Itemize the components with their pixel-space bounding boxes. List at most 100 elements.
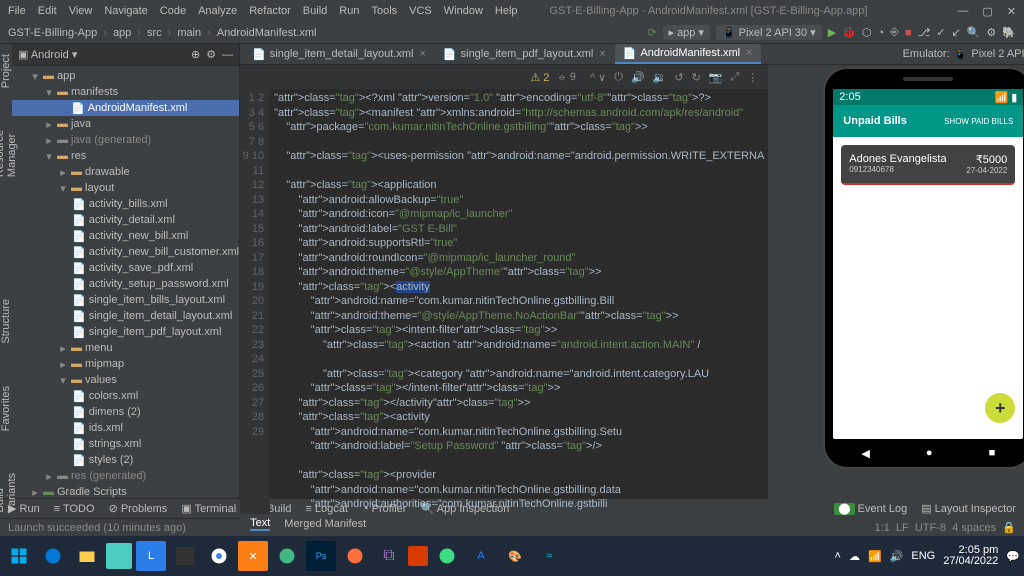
menu-view[interactable]: View <box>69 5 93 17</box>
breadcrumb[interactable]: app <box>113 27 131 39</box>
breadcrumb[interactable]: GST-E-Billing-App <box>8 27 97 39</box>
app-icon[interactable] <box>170 541 200 571</box>
menu-tools[interactable]: Tools <box>371 5 397 17</box>
tree-file-manifest[interactable]: 📄AndroidManifest.xml <box>12 100 239 116</box>
tray-chevron-icon[interactable]: ˄ <box>835 550 841 562</box>
tab-file[interactable]: 📄single_item_pdf_layout.xml× <box>435 44 614 64</box>
tab-file[interactable]: 📄single_item_detail_layout.xml× <box>244 44 434 64</box>
recents-icon[interactable]: ■ <box>989 447 996 459</box>
minimize-icon[interactable]: — <box>957 5 968 18</box>
problems-tool[interactable]: ⊘ Problems <box>109 502 168 515</box>
rotate-right-icon[interactable]: ↻ <box>692 71 701 84</box>
more-icon[interactable]: ⋮ <box>747 71 758 84</box>
paint-icon[interactable]: 🎨 <box>500 541 530 571</box>
code-editor[interactable]: 1 2 3 4 5 6 7 8 9 10 11 12 13 14 15 16 1… <box>240 89 768 514</box>
chrome-icon[interactable] <box>204 541 234 571</box>
emulator-tab[interactable]: Emulator: 📱Pixel 2 API 30× <box>895 44 1024 64</box>
collapse-icon[interactable]: ⊕ <box>191 48 200 61</box>
favorites-tab[interactable]: Favorites <box>0 380 12 437</box>
tray-wifi-icon[interactable]: 📶 <box>868 550 882 563</box>
menu-file[interactable]: File <box>8 5 26 17</box>
menu-vcs[interactable]: VCS <box>409 5 432 17</box>
menu-window[interactable]: Window <box>444 5 483 17</box>
sync-icon[interactable]: ⟳ <box>647 26 656 39</box>
menu-build[interactable]: Build <box>303 5 327 17</box>
zoom-icon[interactable]: ⤢ <box>730 71 739 84</box>
menu-navigate[interactable]: Navigate <box>104 5 147 17</box>
stop-icon[interactable]: ■ <box>905 27 912 39</box>
terminal-tool[interactable]: ▣ Terminal <box>181 502 236 515</box>
build-variants-tab[interactable]: Build Variants <box>0 467 18 519</box>
search-icon[interactable]: 🔍 <box>967 26 981 39</box>
device-screen[interactable]: 2:05📶 ▮ Unpaid Bills SHOW PAID BILLS Ado… <box>833 89 1023 439</box>
app-icon[interactable]: ≈ <box>534 541 564 571</box>
run-icon[interactable]: ▶ <box>828 26 836 39</box>
structure-tab[interactable]: Structure <box>0 293 12 350</box>
breadcrumb[interactable]: AndroidManifest.xml <box>217 27 317 39</box>
warning-badge[interactable]: ⚠ 2 <box>530 71 549 84</box>
attach-icon[interactable]: ⎆ <box>890 26 899 39</box>
android-dropdown[interactable]: ▣ Android ▾ <box>18 48 77 61</box>
app-icon[interactable]: L <box>136 541 166 571</box>
hide-icon[interactable]: — <box>222 49 233 61</box>
close-icon[interactable]: ✕ <box>1007 5 1016 18</box>
back-icon[interactable]: ◀ <box>861 447 869 460</box>
android-studio-icon[interactable] <box>432 541 462 571</box>
tray-clock[interactable]: 2:05 pm27/04/2022 <box>943 545 998 567</box>
coverage-icon[interactable]: ⬡ <box>862 26 872 39</box>
power-icon[interactable]: ⏻ <box>614 71 623 84</box>
start-icon[interactable] <box>4 541 34 571</box>
pull-icon[interactable]: ↙ <box>952 26 961 39</box>
tab-file-active[interactable]: 📄AndroidManifest.xml× <box>615 44 761 64</box>
xampp-icon[interactable]: ✕ <box>238 541 268 571</box>
home-icon[interactable]: ● <box>926 447 933 459</box>
close-tab-icon[interactable]: × <box>599 48 605 60</box>
gear-icon[interactable]: ⚙ <box>986 26 996 39</box>
project-tree[interactable]: ▾▬app ▾▬manifests 📄AndroidManifest.xml ▸… <box>12 66 239 498</box>
show-paid-bills-button[interactable]: SHOW PAID BILLS <box>944 117 1013 126</box>
firefox-icon[interactable] <box>340 541 370 571</box>
tray-notifications-icon[interactable]: 💬 <box>1006 550 1020 563</box>
menu-edit[interactable]: Edit <box>38 5 57 17</box>
resource-manager-tab[interactable]: Resource Manager <box>0 124 18 183</box>
weak-warning-badge[interactable]: ⦵ 9 <box>557 71 575 84</box>
close-tab-icon[interactable]: × <box>419 48 425 60</box>
profile-icon[interactable]: ◔ <box>877 27 884 39</box>
explorer-icon[interactable] <box>72 541 102 571</box>
menu-analyze[interactable]: Analyze <box>198 5 237 17</box>
menu-run[interactable]: Run <box>339 5 359 17</box>
vol-down-icon[interactable]: 🔉 <box>653 71 667 84</box>
menu-code[interactable]: Code <box>160 5 186 17</box>
vs-icon[interactable]: ⧉ <box>374 541 404 571</box>
text-tab[interactable]: Text <box>250 517 270 531</box>
close-tab-icon[interactable]: × <box>746 47 752 59</box>
tray-sound-icon[interactable]: 🔊 <box>890 550 904 563</box>
bill-card[interactable]: Adones Evangelista 0912340678 ₹5000 27-0… <box>841 145 1015 185</box>
merged-manifest-tab[interactable]: Merged Manifest <box>284 518 366 530</box>
menu-help[interactable]: Help <box>495 5 518 17</box>
run-config-app[interactable]: ▸ app ▾ <box>663 25 710 40</box>
commit-icon[interactable]: ✓ <box>936 26 945 39</box>
vol-up-icon[interactable]: 🔊 <box>631 71 645 84</box>
rotate-left-icon[interactable]: ↺ <box>674 71 683 84</box>
office-icon[interactable] <box>408 546 428 566</box>
tray-lang[interactable]: ENG <box>911 550 935 562</box>
breadcrumb[interactable]: src <box>147 27 162 39</box>
project-tab[interactable]: Project <box>0 48 12 94</box>
photoshop-icon[interactable]: Ps <box>306 541 336 571</box>
todo-tool[interactable]: ≡ TODO <box>54 503 95 515</box>
menu-refactor[interactable]: Refactor <box>249 5 291 17</box>
breadcrumb[interactable]: main <box>177 27 201 39</box>
screenshot-icon[interactable]: 📷 <box>709 71 723 84</box>
run-config-device[interactable]: 📱 Pixel 2 API 30 ▾ <box>716 25 822 40</box>
maximize-icon[interactable]: ▢ <box>982 5 992 18</box>
app-icon[interactable] <box>272 541 302 571</box>
app-icon[interactable] <box>106 543 132 569</box>
git-icon[interactable]: ⎇ <box>918 26 931 39</box>
debug-icon[interactable]: 🐞 <box>842 26 856 39</box>
app-icon[interactable]: A <box>466 541 496 571</box>
edge-icon[interactable] <box>38 541 68 571</box>
tray-cloud-icon[interactable]: ☁ <box>849 550 860 563</box>
filter-icon[interactable]: ⚙ <box>206 48 216 61</box>
gradle-sync-icon[interactable]: 🐘 <box>1002 26 1016 39</box>
